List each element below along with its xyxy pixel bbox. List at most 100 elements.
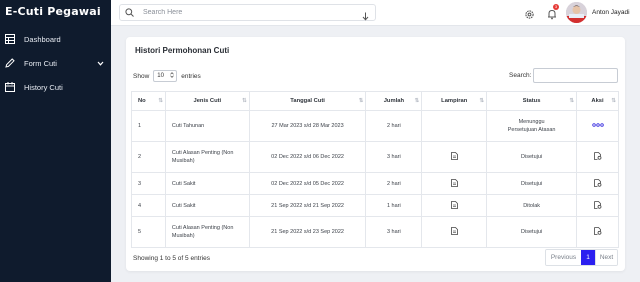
cell-lampiran [421, 141, 488, 173]
cell-status: Disetujui [486, 172, 578, 195]
search-input[interactable] [143, 5, 363, 20]
jenis-text: Cuti Alasan Penting (Non Musibah) [171, 150, 234, 164]
table-row: 3 Cuti Sakit 02 Dec 2022 s/d 05 Dec 2022… [131, 172, 619, 195]
column-header-tanggal-cuti[interactable]: Tanggal Cuti ⇅ [248, 91, 367, 111]
entries-label: entries [181, 72, 201, 80]
cell-aksi [576, 194, 619, 217]
page-1-button[interactable]: 1 [581, 250, 595, 265]
bell-icon[interactable]: 3 [547, 4, 559, 25]
more-options-icon[interactable] [591, 123, 604, 127]
sidebar-item-dashboard[interactable]: Dashboard [0, 27, 111, 51]
cell-tanggal-cuti: 21 Sep 2022 s/d 21 Sep 2022 [248, 194, 367, 217]
user-name[interactable]: Anton Jayadi [592, 9, 630, 16]
cell-jumlah: 3 hari [365, 141, 423, 173]
pencil-icon [5, 58, 15, 68]
entries-select[interactable]: 10 [153, 70, 178, 82]
status-text: Menunggu Persetujuan Atasan [507, 119, 556, 133]
cell-no: 1 [131, 110, 166, 142]
dashboard-icon [5, 34, 15, 44]
sidebar: E-Cuti Pegawai Dashboard Form Cuti Histo… [0, 0, 111, 282]
sort-icon: ⇅ [242, 98, 247, 104]
sidebar-item-label: Form Cuti [24, 58, 57, 68]
calendar-icon [5, 82, 15, 92]
sort-icon: ⇅ [569, 98, 574, 104]
cell-tanggal-cuti: 02 Dec 2022 s/d 05 Dec 2022 [248, 172, 367, 195]
cell-no: 2 [131, 141, 166, 173]
next-page-button[interactable]: Next [595, 250, 617, 265]
gear-icon[interactable] [524, 7, 535, 25]
cell-tanggal-cuti: 27 Mar 2023 s/d 28 Mar 2023 [248, 110, 367, 142]
sidebar-item-label: Dashboard [24, 34, 61, 44]
cell-aksi [576, 172, 619, 195]
sidebar-item-history-cuti[interactable]: History Cuti [0, 75, 111, 99]
topbar: 3 Anton Jayadi [111, 0, 640, 26]
cell-jumlah: 2 hari [365, 172, 423, 195]
column-header-jumlah[interactable]: Jumlah ⇅ [365, 91, 423, 111]
sort-icon: ⇅ [479, 98, 485, 104]
cell-jenis-cuti: Cuti Tahunan [164, 110, 250, 142]
file-icon[interactable] [450, 227, 458, 235]
file-icon[interactable] [450, 200, 458, 209]
avatar[interactable] [566, 2, 587, 23]
table-info: Showing 1 to 5 of 5 entries [133, 255, 210, 262]
cell-no: 5 [131, 216, 166, 248]
updown-icon [170, 72, 175, 80]
print-doc-icon[interactable] [593, 152, 602, 160]
cell-status: Disetujui [486, 141, 578, 173]
cell-lampiran [421, 110, 488, 142]
arrow-down-icon[interactable] [362, 8, 369, 26]
cell-lampiran [421, 172, 488, 195]
cell-aksi [576, 110, 619, 142]
entries-select-value: 10 [157, 73, 164, 79]
app-title: E-Cuti Pegawai [5, 5, 101, 18]
cell-jenis-cuti: Cuti Sakit [164, 172, 250, 195]
column-header-status[interactable]: Status ⇅ [486, 91, 578, 111]
table-row: 1 Cuti Tahunan 27 Mar 2023 s/d 28 Mar 20… [131, 110, 619, 142]
cell-tanggal-cuti: 02 Dec 2022 s/d 06 Dec 2022 [248, 141, 367, 173]
global-search[interactable] [119, 4, 376, 21]
cell-status: Menunggu Persetujuan Atasan [486, 110, 578, 142]
cell-jenis-cuti: Cuti Alasan Penting (Non Musibah) [164, 141, 250, 173]
print-doc-icon[interactable] [593, 227, 602, 235]
sort-icon: ⇅ [358, 98, 364, 104]
sort-icon: ⇅ [414, 98, 420, 104]
cell-status: Disetujui [486, 216, 578, 248]
table-search-input[interactable] [533, 68, 618, 83]
history-table: No ⇅ Jenis Cuti ⇅ Tanggal Cuti ⇅ Jumlah ⇅ La… [131, 91, 619, 248]
cell-no: 4 [131, 194, 166, 217]
column-header-no[interactable]: No ⇅ [131, 91, 166, 111]
column-header-jenis-cuti[interactable]: Jenis Cuti ⇅ [164, 91, 250, 111]
cell-jenis-cuti: Cuti Sakit [164, 194, 250, 217]
table-row: 5 Cuti Alasan Penting (Non Musibah) 21 S… [131, 216, 619, 248]
history-card: Histori Permohonan Cuti Show 10 entries … [126, 37, 625, 271]
cell-jenis-cuti: Cuti Alasan Penting (Non Musibah) [164, 216, 250, 248]
show-label: Show [133, 72, 150, 80]
column-header-aksi[interactable]: Aksi ⇅ [576, 91, 619, 111]
cell-aksi [576, 216, 619, 248]
sort-icon: ⇅ [611, 98, 616, 104]
entries-length-control: Show 10 entries [133, 70, 201, 82]
previous-page-button[interactable]: Previous [546, 250, 581, 265]
table-search-label: Search: [509, 72, 532, 79]
table-header-row: No ⇅ Jenis Cuti ⇅ Tanggal Cuti ⇅ Jumlah ⇅ La… [131, 91, 619, 111]
file-icon[interactable] [450, 152, 458, 160]
page-title: Histori Permohonan Cuti [135, 46, 230, 55]
notification-badge: 3 [553, 4, 559, 10]
jenis-text: Cuti Alasan Penting (Non Musibah) [171, 225, 234, 239]
chevron-down-icon[interactable] [97, 59, 104, 68]
cell-status: Ditolak [486, 194, 578, 217]
pagination: Previous 1 Next [545, 249, 618, 266]
cell-lampiran [421, 194, 488, 217]
print-doc-icon[interactable] [593, 200, 602, 209]
file-icon[interactable] [450, 178, 458, 187]
sidebar-item-form-cuti[interactable]: Form Cuti [0, 51, 111, 75]
cell-aksi [576, 141, 619, 173]
cell-no: 3 [131, 172, 166, 195]
cell-tanggal-cuti: 21 Sep 2022 s/d 23 Sep 2022 [248, 216, 367, 248]
search-icon [125, 8, 137, 17]
cell-jumlah: 1 hari [365, 194, 423, 217]
print-doc-icon[interactable] [593, 178, 602, 187]
column-header-lampiran[interactable]: Lampiran ⇅ [421, 91, 488, 111]
cell-jumlah: 3 hari [365, 216, 423, 248]
cell-lampiran [421, 216, 488, 248]
